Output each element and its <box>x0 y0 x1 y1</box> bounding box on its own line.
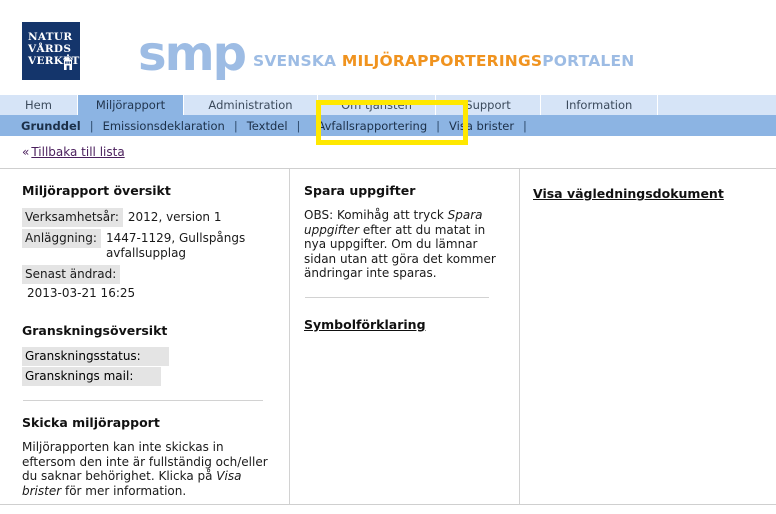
logo-line-1: NATUR <box>28 31 73 43</box>
crown-emblem-icon <box>63 54 73 70</box>
subnav-item-grunddel[interactable]: Grunddel <box>21 119 81 133</box>
naturvardsverket-logo[interactable]: NATUR VÅRDS VERKET <box>22 22 80 80</box>
save-heading: Spara uppgifter <box>304 183 416 198</box>
subnav-item-visa-brister[interactable]: Visa brister <box>449 119 514 133</box>
field-verksamhetsar: Verksamhetsår: 2012, version 1 <box>22 208 269 227</box>
field-senast-andrad-value: 2013-03-21 16:25 <box>27 286 136 300</box>
nav-item-om-tjansten[interactable]: Om tjänsten <box>318 95 436 115</box>
subnav-separator: | <box>523 118 527 133</box>
save-info-text-part1: OBS: Komihåg att tryck <box>304 208 448 222</box>
main-content: Miljörapport översikt Verksamhetsår: 201… <box>0 168 776 505</box>
send-report-text: Miljörapporten kan inte skickas in efter… <box>22 440 269 498</box>
field-senast-andrad-label: Senast ändrad: <box>22 265 121 284</box>
subnav-separator: | <box>233 118 238 133</box>
chevron-left-icon: « <box>22 145 30 159</box>
subnav-item-emissionsdeklaration[interactable]: Emissionsdeklaration <box>103 119 225 133</box>
nav-item-hem[interactable]: Hem <box>0 95 78 115</box>
field-senast-andrad: Senast ändrad: 2013-03-21 16:25 <box>22 265 269 303</box>
middle-divider <box>305 296 489 298</box>
subnav-item-textdel[interactable]: Textdel <box>247 119 288 133</box>
review-heading: Granskningsöversikt <box>22 323 168 338</box>
nav-filler <box>658 95 776 115</box>
subnav-item-avfallsrapportering[interactable]: Avfallsrapportering <box>317 119 427 133</box>
field-anlaggning: Anläggning: 1447-1129, Gullspångs avfall… <box>22 229 269 263</box>
back-to-list-label[interactable]: Tillbaka till lista <box>31 145 124 159</box>
nav-item-administration[interactable]: Administration <box>184 95 318 115</box>
page-header: NATUR VÅRDS VERKET smp SVENSKA MILJÖRAPPO… <box>0 0 776 94</box>
nav-item-information[interactable]: Information <box>541 95 658 115</box>
brand-smp-text: smp <box>138 26 247 82</box>
send-report-text-part2: för mer information. <box>61 483 187 498</box>
back-to-list-link[interactable]: «Tillbaka till lista <box>22 145 125 159</box>
field-anlaggning-label: Anläggning: <box>22 229 101 248</box>
brand-tag-miljorapporterings: MILJÖRAPPORTERINGS <box>341 52 543 70</box>
send-report-heading: Skicka miljörapport <box>22 415 160 430</box>
brand-tag-portalen: PORTALEN <box>542 52 635 70</box>
column-save-info: Spara uppgifter OBS: Komihåg att tryck S… <box>290 169 520 504</box>
field-granskningsmail: Gransknings mail: <box>22 367 269 386</box>
nav-item-support[interactable]: Support <box>436 95 541 115</box>
brand-wordmark: smp SVENSKA MILJÖRAPPORTERINGSPORTALEN <box>138 26 634 82</box>
nav-item-miljorapport[interactable]: Miljörapport <box>78 95 184 115</box>
primary-navigation: Hem Miljörapport Administration Om tjäns… <box>0 94 776 115</box>
field-verksamhetsar-value: 2012, version 1 <box>127 210 222 224</box>
subnav-separator: | <box>89 118 94 133</box>
subnav-separator: | <box>296 118 301 133</box>
field-granskningsstatus-label: Granskningsstatus: <box>22 347 169 366</box>
guidance-document-link[interactable]: Visa vägledningsdokument <box>533 186 724 201</box>
back-link-row: «Tillbaka till lista <box>0 140 776 168</box>
brand-tag-svenska: SVENSKA <box>252 52 342 70</box>
field-granskningsstatus: Granskningsstatus: <box>22 347 269 366</box>
save-info-text: OBS: Komihåg att tryck Spara uppgifter e… <box>304 208 499 281</box>
overview-heading: Miljörapport översikt <box>22 183 171 198</box>
field-granskningsmail-label: Gransknings mail: <box>22 367 162 386</box>
secondary-navigation: Grunddel | Emissionsdeklaration | Textde… <box>0 115 776 136</box>
column-guidance: Visa vägledningsdokument <box>520 169 776 504</box>
field-anlaggning-value: 1447-1129, Gullspångs avfallsupplag <box>105 231 246 260</box>
symbol-explanation-link[interactable]: Symbolförklaring <box>304 317 426 332</box>
left-divider <box>23 400 263 401</box>
subnav-separator: | <box>436 118 441 133</box>
column-overview: Miljörapport översikt Verksamhetsår: 201… <box>0 169 290 504</box>
field-verksamhetsar-label: Verksamhetsår: <box>22 208 123 227</box>
